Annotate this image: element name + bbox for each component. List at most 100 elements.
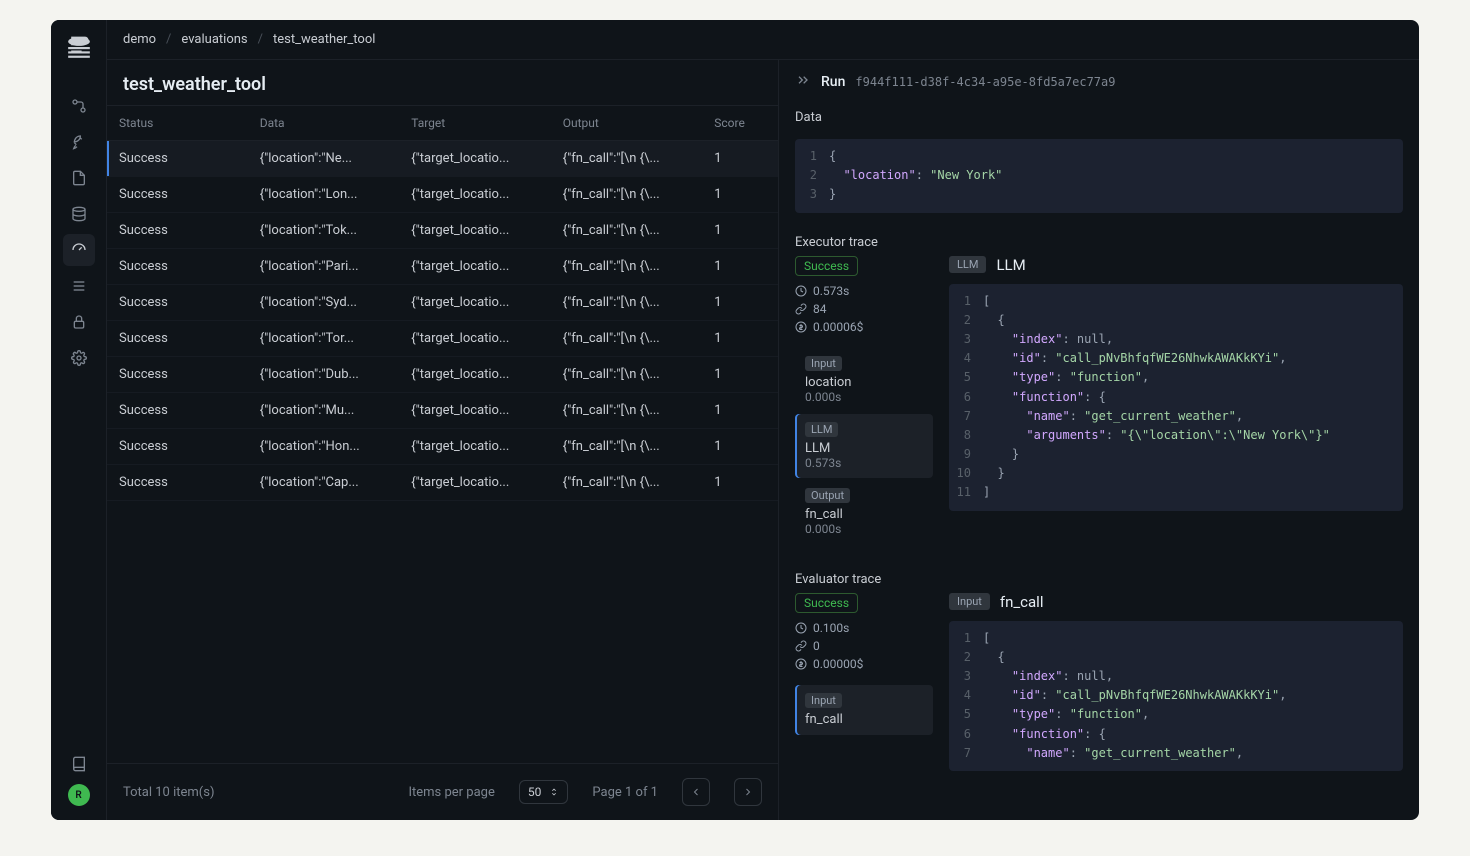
code-line: 2 "location": "New York" xyxy=(795,166,1403,185)
nav-gauge-icon[interactable] xyxy=(63,234,95,266)
items-per-page-value: 50 xyxy=(528,785,542,799)
code-line: 11] xyxy=(949,483,1403,502)
step-name: location xyxy=(805,375,923,390)
cell-target: {"target_locatio... xyxy=(399,177,551,213)
table-row[interactable]: Success{"location":"Lon...{"target_locat… xyxy=(107,177,778,213)
cell-score: 1 xyxy=(702,393,778,429)
total-count: Total 10 item(s) xyxy=(123,785,214,800)
table-row[interactable]: Success{"location":"Cap...{"target_locat… xyxy=(107,465,778,501)
nav-document-icon[interactable] xyxy=(63,162,95,194)
cell-target: {"target_locatio... xyxy=(399,249,551,285)
cell-data: {"location":"Mu... xyxy=(248,393,400,429)
executor-code-block[interactable]: 1[2 {3 "index": null,4 "id": "call_pNvBh… xyxy=(949,284,1403,511)
cell-status: Success xyxy=(107,249,248,285)
nav-rocket-icon[interactable] xyxy=(63,126,95,158)
step-tag: LLM xyxy=(805,422,838,437)
col-header-target[interactable]: Target xyxy=(399,106,551,141)
clock-icon xyxy=(795,622,807,634)
breadcrumb: demo / evaluations / test_weather_tool xyxy=(107,20,1419,60)
content: test_weather_tool Status Data Target Out… xyxy=(107,60,1419,820)
cell-data: {"location":"Ne... xyxy=(248,141,400,177)
col-header-status[interactable]: Status xyxy=(107,106,248,141)
status-badge: Success xyxy=(795,256,858,276)
step-tag: Input xyxy=(805,693,842,708)
cell-status: Success xyxy=(107,465,248,501)
evaluator-summary: Success 0.100s 0 0.00000$ xyxy=(795,593,933,771)
cell-data: {"location":"Syd... xyxy=(248,285,400,321)
cell-score: 1 xyxy=(702,249,778,285)
run-id: f944f111-d38f-4c34-a95e-8fd5a7ec77a9 xyxy=(855,75,1115,89)
logo-icon xyxy=(66,34,92,60)
trace-step[interactable]: Outputfn_call0.000s xyxy=(795,480,933,544)
table-row[interactable]: Success{"location":"Tok...{"target_locat… xyxy=(107,213,778,249)
trace-step[interactable]: Inputfn_call xyxy=(795,685,933,735)
tokens-metric: 0 xyxy=(795,639,933,653)
cell-status: Success xyxy=(107,213,248,249)
cell-target: {"target_locatio... xyxy=(399,465,551,501)
step-name: LLM xyxy=(805,441,923,456)
evaluator-detail: Input fn_call 1[2 {3 "index": null,4 "id… xyxy=(949,593,1403,771)
cell-score: 1 xyxy=(702,177,778,213)
collapse-panel-button[interactable] xyxy=(795,72,811,92)
evaluator-code-block[interactable]: 1[2 {3 "index": null,4 "id": "call_pNvBh… xyxy=(949,621,1403,771)
table-row[interactable]: Success{"location":"Ne...{"target_locati… xyxy=(107,141,778,177)
detail-panel: Run f944f111-d38f-4c34-a95e-8fd5a7ec77a9… xyxy=(779,60,1419,820)
main: demo / evaluations / test_weather_tool t… xyxy=(107,20,1419,820)
executor-summary: Success 0.573s 84 0.00006$ xyxy=(795,256,933,546)
cell-output: {"fn_call":"[\n {\... xyxy=(551,141,703,177)
results-table-wrap: Status Data Target Output Score Success{… xyxy=(107,105,778,763)
detail-tag: LLM xyxy=(949,256,986,273)
nav-lock-icon[interactable] xyxy=(63,306,95,338)
cell-data: {"location":"Cap... xyxy=(248,465,400,501)
trace-step[interactable]: Inputlocation0.000s xyxy=(795,348,933,412)
nav-database-icon[interactable] xyxy=(63,198,95,230)
cell-status: Success xyxy=(107,285,248,321)
breadcrumb-sep: / xyxy=(166,32,171,47)
code-line: 1[ xyxy=(949,292,1403,311)
table-row[interactable]: Success{"location":"Pari...{"target_loca… xyxy=(107,249,778,285)
col-header-data[interactable]: Data xyxy=(248,106,400,141)
step-time: 0.000s xyxy=(805,522,923,536)
link-icon xyxy=(795,303,807,315)
trace-step[interactable]: LLMLLM0.573s xyxy=(795,414,933,478)
prev-page-button[interactable] xyxy=(682,778,710,806)
table-row[interactable]: Success{"location":"Dub...{"target_locat… xyxy=(107,357,778,393)
code-line: 1{ xyxy=(795,147,1403,166)
col-header-score[interactable]: Score xyxy=(702,106,778,141)
cell-status: Success xyxy=(107,141,248,177)
breadcrumb-item[interactable]: test_weather_tool xyxy=(273,32,375,47)
nav-flow-icon[interactable] xyxy=(63,90,95,122)
step-name: fn_call xyxy=(805,507,923,522)
chevron-left-icon xyxy=(690,786,702,798)
cell-status: Success xyxy=(107,357,248,393)
duration-metric: 0.100s xyxy=(795,621,933,635)
table-row[interactable]: Success{"location":"Syd...{"target_locat… xyxy=(107,285,778,321)
detail-title: fn_call xyxy=(1000,593,1044,611)
items-per-page-select[interactable]: 50 xyxy=(519,780,569,804)
nav-settings-icon[interactable] xyxy=(63,342,95,374)
cost-metric: 0.00006$ xyxy=(795,320,933,334)
code-line: 7 "name": "get_current_weather", xyxy=(949,744,1403,763)
breadcrumb-item[interactable]: demo xyxy=(123,32,156,47)
run-label: Run xyxy=(821,74,845,90)
col-header-output[interactable]: Output xyxy=(551,106,703,141)
code-line: 3 "index": null, xyxy=(949,330,1403,349)
table-row[interactable]: Success{"location":"Hon...{"target_locat… xyxy=(107,429,778,465)
duration-value: 0.573s xyxy=(813,284,849,298)
table-row[interactable]: Success{"location":"Mu...{"target_locati… xyxy=(107,393,778,429)
avatar[interactable]: R xyxy=(68,784,90,806)
results-table: Status Data Target Output Score Success{… xyxy=(107,105,778,501)
cell-output: {"fn_call":"[\n {\... xyxy=(551,213,703,249)
breadcrumb-item[interactable]: evaluations xyxy=(181,32,247,47)
nav-list-icon[interactable] xyxy=(63,270,95,302)
results-panel: test_weather_tool Status Data Target Out… xyxy=(107,60,779,820)
table-row[interactable]: Success{"location":"Tor...{"target_locat… xyxy=(107,321,778,357)
tokens-metric: 84 xyxy=(795,302,933,316)
cell-target: {"target_locatio... xyxy=(399,141,551,177)
next-page-button[interactable] xyxy=(734,778,762,806)
cell-score: 1 xyxy=(702,357,778,393)
code-line: 1[ xyxy=(949,629,1403,648)
nav-book-icon[interactable] xyxy=(63,748,95,780)
data-code-block[interactable]: 1{2 "location": "New York"3} xyxy=(795,139,1403,213)
cell-score: 1 xyxy=(702,321,778,357)
